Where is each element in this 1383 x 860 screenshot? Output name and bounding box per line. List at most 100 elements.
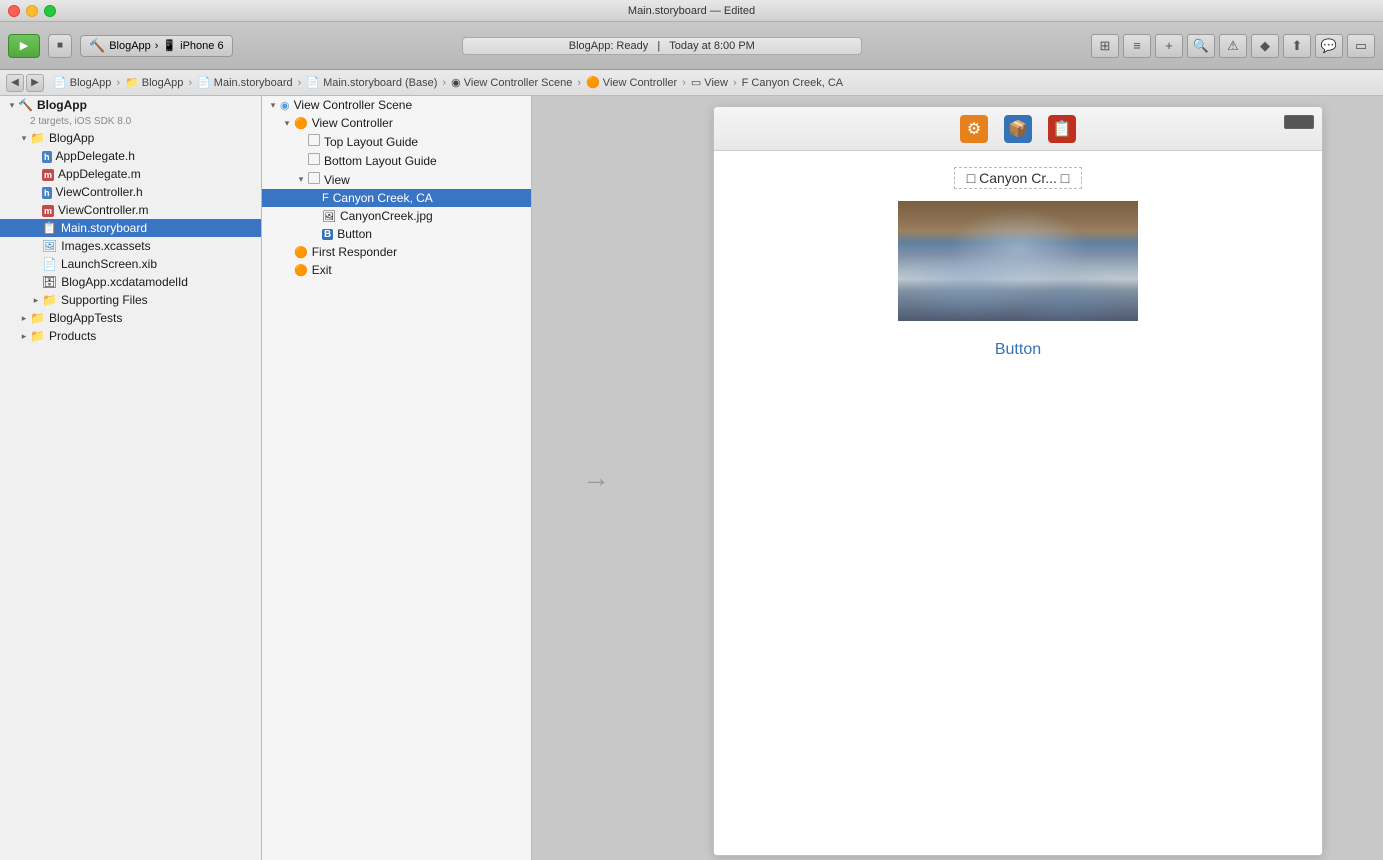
add-btn[interactable]: + — [1155, 34, 1183, 58]
xcassets-icon: 🖼 — [42, 239, 57, 253]
disc-supporting[interactable] — [30, 295, 42, 306]
ib-toolbar: ⚙ 📦 📋 — [714, 107, 1322, 151]
exit-label: Exit — [312, 263, 332, 277]
outline-button[interactable]: B Button — [262, 225, 531, 243]
blogapp-group-label: BlogApp — [49, 131, 94, 145]
sidebar-main-storyboard[interactable]: 📋 Main.storyboard — [0, 219, 261, 237]
iphone-mockup: ⚙ 📦 📋 □ Canyon Cr... □ — [713, 106, 1323, 856]
sidebar-xcdatamodel[interactable]: 🗄 BlogApp.xcdatamodelId — [0, 273, 261, 291]
supporting-files-label: Supporting Files — [61, 293, 148, 307]
disc-blogapptests[interactable] — [18, 313, 30, 324]
disc-products[interactable] — [18, 331, 30, 342]
share-btn[interactable]: ⬆ — [1283, 34, 1311, 58]
sidebar-appdelegate-h[interactable]: h AppDelegate.h — [0, 147, 261, 165]
disclosure-project[interactable] — [6, 100, 18, 111]
close-button[interactable] — [8, 5, 20, 17]
breadcrumb-vc-scene[interactable]: ◉ View Controller Scene — [448, 76, 575, 89]
outline-vc[interactable]: 🟠 View Controller — [262, 114, 531, 132]
breadcrumb-mainstoryboard[interactable]: 📄 Main.storyboard — [194, 76, 296, 89]
sidebar-appdelegate-m[interactable]: m AppDelegate.m — [0, 165, 261, 183]
bottom-layout-icon — [308, 153, 320, 168]
editor-btn[interactable]: ≡ — [1123, 34, 1151, 58]
breakpoint-btn[interactable]: ◆ — [1251, 34, 1279, 58]
search-btn[interactable]: 🔍 — [1187, 34, 1215, 58]
products-icon: 📁 — [30, 329, 45, 343]
supporting-folder-icon: 📁 — [42, 293, 57, 307]
sidebar-images-xcassets[interactable]: 🖼 Images.xcassets — [0, 237, 261, 255]
outline-vc-scene[interactable]: ◉ View Controller Scene — [262, 96, 531, 114]
main-storyboard-label: Main.storyboard — [61, 221, 147, 235]
sidebar-supporting-files[interactable]: 📁 Supporting Files — [0, 291, 261, 309]
products-label: Products — [49, 329, 96, 343]
nav-forward[interactable]: ▶ — [26, 74, 44, 92]
nav-arrows[interactable]: ◀ ▶ — [6, 74, 44, 92]
images-xcassets-label: Images.xcassets — [61, 239, 150, 253]
sidebar-viewcontroller-m[interactable]: m ViewController.m — [0, 201, 261, 219]
project-subtitle: 2 targets, iOS SDK 8.0 — [0, 114, 261, 129]
breadcrumb-blogapp1[interactable]: 📄 BlogApp — [50, 76, 114, 89]
outline-bottom-layout[interactable]: Bottom Layout Guide — [262, 151, 531, 170]
label-type-icon: F — [322, 192, 329, 204]
outline-exit[interactable]: 🟠 Exit — [262, 261, 531, 279]
h-icon: h — [42, 149, 52, 163]
breadcrumb-label[interactable]: F Canyon Creek, CA — [739, 77, 846, 89]
warning-btn[interactable]: ⚠ — [1219, 34, 1247, 58]
breadcrumb-blogapp2[interactable]: 📁 BlogApp — [122, 76, 186, 89]
ib-icon-2: 📦 — [1004, 115, 1032, 143]
canyon-creek-label-element[interactable]: □ Canyon Cr... □ — [954, 167, 1083, 189]
outline-canyon-creek-image[interactable]: 🖼 CanyonCreek.jpg — [262, 207, 531, 225]
button-element[interactable]: Button — [995, 341, 1041, 359]
launchscreen-label: LaunchScreen.xib — [61, 257, 157, 271]
outline-first-responder[interactable]: 🟠 First Responder — [262, 243, 531, 261]
breadcrumb-bar: ◀ ▶ 📄 BlogApp › 📁 BlogApp › 📄 Main.story… — [0, 70, 1383, 96]
document-outline: ◉ View Controller Scene 🟠 View Controlle… — [262, 96, 532, 860]
button-outline-label: Button — [337, 227, 372, 241]
window-controls[interactable] — [8, 5, 56, 17]
exit-icon: 🟠 — [294, 264, 308, 277]
device-name: iPhone 6 — [180, 40, 223, 52]
sidebar-project-root[interactable]: 🔨 BlogApp — [0, 96, 261, 114]
scheme-selector[interactable]: 🔨 BlogApp › 📱 iPhone 6 — [80, 35, 233, 57]
stop-button[interactable] — [48, 34, 72, 58]
file-navigator: 🔨 BlogApp 2 targets, iOS SDK 8.0 📁 BlogA… — [0, 96, 262, 860]
appdelegate-h-label: AppDelegate.h — [56, 149, 135, 163]
sidebar-launchscreen[interactable]: 📄 LaunchScreen.xib — [0, 255, 261, 273]
breadcrumb-mainstoryboard-base[interactable]: 📄 Main.storyboard (Base) — [303, 76, 440, 89]
canyon-creek-image-element[interactable] — [898, 201, 1138, 321]
storyboard-canvas[interactable]: → ⚙ 📦 📋 □ Canyon Cr... □ — [532, 96, 1383, 860]
maximize-button[interactable] — [44, 5, 56, 17]
folder-blue-icon: 📁 — [30, 131, 45, 145]
main-toolbar: 🔨 BlogApp › 📱 iPhone 6 BlogApp: Ready | … — [0, 22, 1383, 70]
button-label: Button — [995, 341, 1041, 358]
sidebar-viewcontroller-h[interactable]: h ViewController.h — [0, 183, 261, 201]
view-toggle-btn[interactable]: ⊞ — [1091, 34, 1119, 58]
nav-back[interactable]: ◀ — [6, 74, 24, 92]
comment-btn[interactable]: 💬 — [1315, 34, 1343, 58]
disclosure-blogapp[interactable] — [18, 133, 30, 144]
run-button[interactable] — [8, 34, 40, 58]
outline-canyon-creek-label[interactable]: F Canyon Creek, CA — [262, 189, 531, 207]
panel-btn[interactable]: ▭ — [1347, 34, 1375, 58]
sidebar-products[interactable]: 📁 Products — [0, 327, 261, 345]
disc-vc[interactable] — [280, 118, 294, 129]
scheme-name: BlogApp — [109, 40, 151, 52]
xcdatamodel-icon: 🗄 — [42, 275, 57, 289]
canyon-creek-image-label: CanyonCreek.jpg — [340, 209, 433, 223]
sidebar-blogapp-group[interactable]: 📁 BlogApp — [0, 129, 261, 147]
breadcrumb-view[interactable]: ▭ View — [688, 76, 731, 89]
viewcontroller-h-label: ViewController.h — [56, 185, 143, 199]
disc-view[interactable] — [294, 174, 308, 185]
appdelegate-m-label: AppDelegate.m — [58, 167, 141, 181]
minimize-button[interactable] — [26, 5, 38, 17]
storyboard-icon: 📋 — [42, 221, 57, 235]
sidebar-blogapptests[interactable]: 📁 BlogAppTests — [0, 309, 261, 327]
xib-icon: 📄 — [42, 257, 57, 271]
ib-icon-3: 📋 — [1048, 115, 1076, 143]
button-type-icon: B — [322, 228, 333, 240]
disc-vc-scene[interactable] — [266, 100, 280, 111]
breadcrumb-vc[interactable]: 🟠 View Controller — [583, 76, 680, 89]
first-responder-icon: 🟠 — [294, 246, 308, 259]
viewcontroller-m-label: ViewController.m — [58, 203, 148, 217]
outline-top-layout[interactable]: Top Layout Guide — [262, 132, 531, 151]
outline-view[interactable]: View — [262, 170, 531, 189]
